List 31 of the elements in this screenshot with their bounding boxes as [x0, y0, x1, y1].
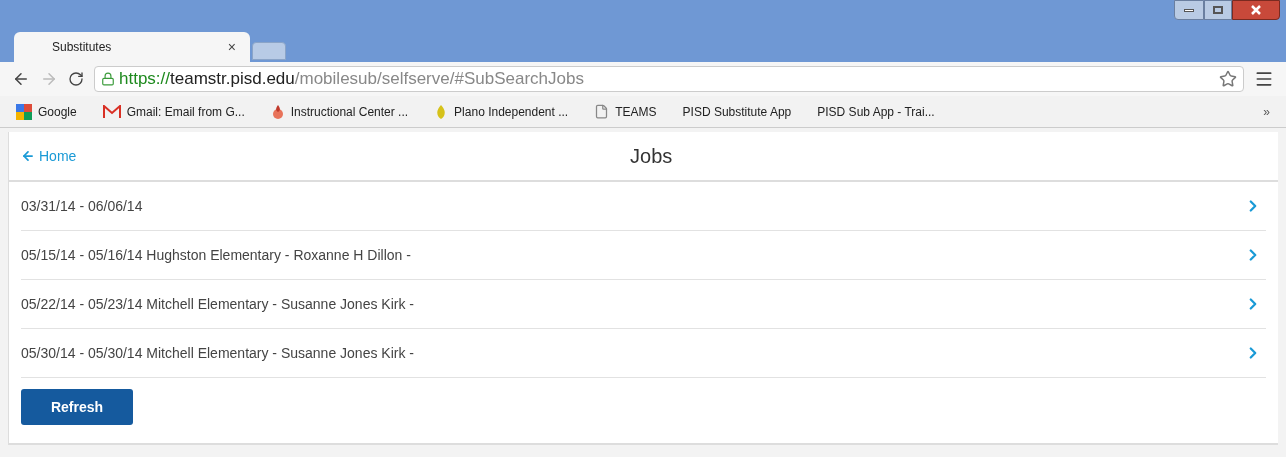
- bookmark[interactable]: PISD Sub App - Trai...: [817, 102, 935, 121]
- menu-icon[interactable]: [1254, 69, 1274, 89]
- flame-icon: [270, 103, 285, 120]
- url-text: https://teamstr.pisd.edu/mobilesub/selfserve/#SubSearchJobs: [119, 68, 584, 91]
- back-icon[interactable]: [12, 70, 30, 88]
- refresh-button[interactable]: Refresh: [21, 389, 133, 425]
- job-row[interactable]: 05/22/14 - 05/23/14 Mitchell Elementary - Susanne Jones Kirk -: [21, 280, 1266, 329]
- job-row[interactable]: 05/30/14 - 05/30/14 Mitchell Elementary - Susanne Jones Kirk -: [21, 329, 1266, 378]
- bookmark-star-icon[interactable]: [1219, 70, 1237, 88]
- tab-close-button[interactable]: ×: [227, 36, 236, 58]
- minimize-icon[interactable]: [1174, 0, 1204, 20]
- bookmark[interactable]: TEAMS: [594, 102, 657, 121]
- bookmark[interactable]: Plano Independent ...: [434, 102, 569, 121]
- bookmark[interactable]: Instructional Center ...: [270, 102, 409, 121]
- maximize-icon[interactable]: [1204, 0, 1232, 20]
- reload-icon[interactable]: [68, 71, 84, 87]
- job-row[interactable]: 05/15/14 - 05/16/14 Hughston Elementary - Roxanne H Dillon -: [21, 231, 1266, 280]
- job-row[interactable]: 03/31/14 - 06/06/14: [21, 182, 1266, 231]
- page-icon: [594, 104, 610, 119]
- tab-title: Substitutes: [52, 39, 112, 56]
- lock-icon: [101, 72, 115, 86]
- close-icon[interactable]: [1232, 0, 1280, 20]
- bookmark[interactable]: Google: [16, 102, 77, 121]
- address-bar[interactable]: https://teamstr.pisd.edu/mobilesub/selfserve/#SubSearchJobs: [94, 66, 1244, 92]
- mail-icon: [102, 104, 121, 119]
- page-title: Jobs: [630, 144, 673, 169]
- bookmark[interactable]: PISD Substitute App: [682, 102, 792, 121]
- more-bookmarks-button[interactable]: »: [1263, 102, 1270, 121]
- google-icon: [16, 103, 32, 120]
- bookmark[interactable]: Gmail: Email from G...: [102, 102, 245, 121]
- browser-tab[interactable]: Substitutes ×: [14, 32, 250, 62]
